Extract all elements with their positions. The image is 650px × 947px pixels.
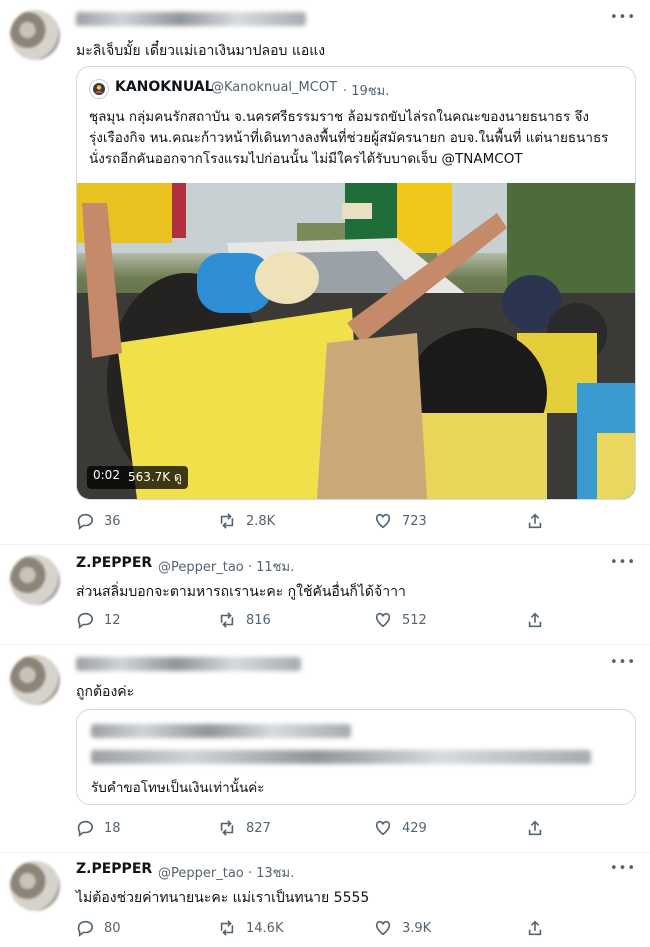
video-badge: 0:02 563.7K ดู	[87, 466, 188, 489]
more-icon[interactable]: •••	[610, 655, 636, 670]
quoted-text: ชุลมุน กลุ่มคนรักสถาบัน จ.นครศรีธรรมราช …	[89, 109, 609, 167]
avatar	[89, 79, 109, 99]
reply-button[interactable]: 18	[76, 819, 121, 837]
like-icon	[375, 513, 391, 529]
share-icon	[528, 513, 542, 529]
reply-button[interactable]: 12	[76, 611, 121, 629]
like-button[interactable]: 3.9K	[374, 919, 431, 937]
like-icon	[375, 612, 391, 628]
reply-button[interactable]: 80	[76, 919, 121, 937]
like-button[interactable]: 512	[374, 611, 427, 629]
reply-icon	[77, 920, 93, 937]
share-button[interactable]	[526, 512, 544, 530]
tweet-text: ไม่ต้องช่วยค่าทนายนะคะ แม่เราเป็นทนาย 55…	[76, 890, 370, 906]
quoted-tweet[interactable]: รับคำขอโทษเป็นเงินเท่านั้นค่ะ	[76, 709, 636, 805]
more-icon[interactable]: •••	[610, 555, 636, 570]
retweet-button[interactable]: 816	[218, 611, 271, 629]
video-player[interactable]: 0:02 563.7K ดู	[77, 183, 635, 499]
avatar[interactable]	[10, 655, 60, 705]
retweet-count: 2.8K	[246, 513, 276, 529]
tweet-actions: 36 2.8K 723	[76, 512, 556, 532]
tweet-text: ถูกต้องค่ะ	[76, 684, 135, 700]
retweet-icon	[220, 612, 234, 628]
reply-count: 36	[104, 513, 121, 529]
user-name[interactable]: Z.PEPPER	[76, 861, 152, 877]
like-count: 512	[402, 612, 427, 628]
retweet-button[interactable]: 14.6K	[218, 919, 283, 937]
reply-icon	[77, 513, 93, 530]
share-icon	[528, 820, 542, 836]
tweet-text: ส่วนสลิ่มบอกจะตามหารถเรานะคะ กูใช้คันอื่…	[76, 584, 406, 600]
quoted-text: รับคำขอโทษเป็นเงินเท่านั้นค่ะ	[91, 780, 265, 796]
quoted-handle: @Kanoknual_MCOT	[211, 80, 338, 95]
retweet-count: 816	[246, 612, 271, 628]
share-icon	[528, 920, 542, 936]
reply-button[interactable]: 36	[76, 512, 121, 530]
like-count: 3.9K	[402, 920, 432, 936]
share-icon	[528, 612, 542, 628]
tweet-actions: 18 827 429	[76, 819, 556, 839]
blurred-name	[76, 657, 301, 671]
tweet[interactable]: ••• มะลิเจ็บมั้ย เดี๋ยวแม่เอาเงินมาปลอบ …	[0, 0, 650, 545]
video-frame	[77, 183, 635, 499]
reply-count: 18	[104, 820, 121, 836]
video-views: 563.7K ดู	[127, 470, 182, 484]
tweet[interactable]: ••• ถูกต้องค่ะ รับคำขอโทษเป็นเงินเท่านั้…	[0, 645, 650, 853]
tweet[interactable]: Z.PEPPER @Pepper_tao · 11ชม. ••• ส่วนสลิ…	[0, 545, 650, 645]
tweet[interactable]: Z.PEPPER @Pepper_tao · 13ชม. ••• ไม่ต้อง…	[0, 853, 650, 947]
retweet-icon	[220, 820, 234, 836]
quoted-name: KANOKNUAL	[115, 79, 214, 95]
video-time: 0:02	[93, 468, 120, 482]
like-button[interactable]: 429	[374, 819, 427, 837]
reply-icon	[77, 820, 93, 837]
retweet-button[interactable]: 2.8K	[218, 512, 275, 530]
like-count: 723	[402, 513, 427, 529]
logo-icon	[93, 83, 105, 95]
avatar[interactable]	[10, 861, 60, 911]
avatar[interactable]	[10, 555, 60, 605]
user-handle[interactable]: @Pepper_tao · 11ชม.	[158, 556, 294, 577]
retweet-count: 827	[246, 820, 271, 836]
tweet-actions: 80 14.6K 3.9K	[76, 919, 556, 939]
share-button[interactable]	[526, 819, 544, 837]
quoted-tweet[interactable]: KANOKNUAL @Kanoknual_MCOT · 19ชม. ชุลมุน…	[76, 66, 636, 500]
more-icon[interactable]: •••	[610, 861, 636, 876]
blurred-text	[91, 750, 591, 764]
retweet-count: 14.6K	[246, 920, 284, 936]
like-button[interactable]: 723	[374, 512, 427, 530]
avatar[interactable]	[10, 10, 60, 60]
tweet-text: มะลิเจ็บมั้ย เดี๋ยวแม่เอาเงินมาปลอบ แอแง	[76, 43, 326, 59]
like-count: 429	[402, 820, 427, 836]
like-icon	[375, 820, 391, 836]
retweet-button[interactable]: 827	[218, 819, 271, 837]
share-button[interactable]	[526, 919, 544, 937]
blurred-name	[91, 724, 351, 738]
retweet-icon	[220, 920, 234, 936]
more-icon[interactable]: •••	[610, 10, 636, 25]
share-button[interactable]	[526, 611, 544, 629]
blurred-name	[76, 12, 306, 26]
quoted-time: · 19ชม.	[343, 84, 390, 99]
like-icon	[375, 920, 391, 936]
reply-count: 80	[104, 920, 121, 936]
user-name[interactable]: Z.PEPPER	[76, 555, 152, 571]
retweet-icon	[220, 513, 234, 529]
tweet-actions: 12 816 512	[76, 611, 556, 631]
user-handle[interactable]: @Pepper_tao · 13ชม.	[158, 862, 294, 883]
reply-count: 12	[104, 612, 121, 628]
reply-icon	[77, 612, 93, 629]
